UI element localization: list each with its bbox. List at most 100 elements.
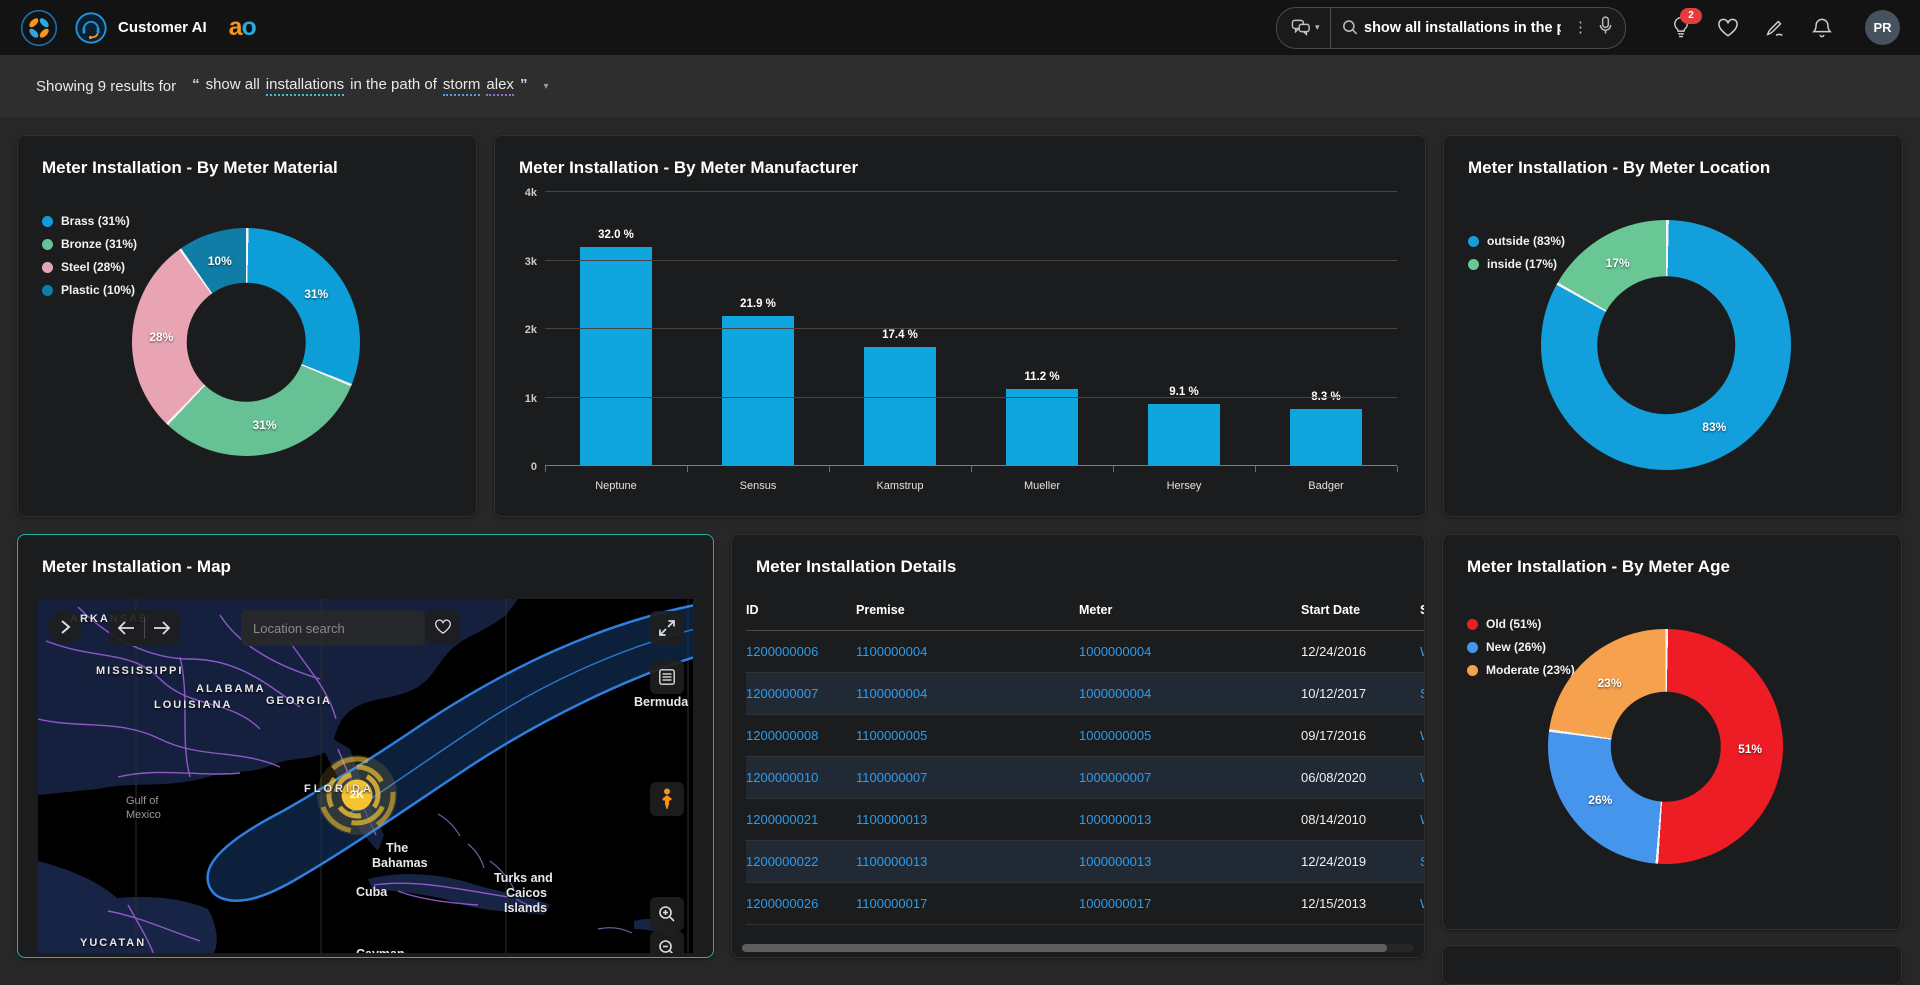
legend-item[interactable]: Bronze (31%): [42, 237, 137, 251]
table-cell-link[interactable]: 1200000007: [746, 686, 818, 701]
chat-bubbles-icon: [1291, 19, 1311, 37]
user-avatar[interactable]: PR: [1865, 10, 1900, 45]
table-cell-link[interactable]: 1100000013: [856, 812, 927, 827]
notification-badge: 2: [1680, 8, 1702, 24]
map-zoom-out-button[interactable]: [650, 931, 684, 953]
table-row[interactable]: 12000000211100000013100000001308/14/2010…: [746, 799, 1425, 841]
search-options-kebab-icon[interactable]: ⋮: [1567, 20, 1594, 35]
map-zoom-in-button[interactable]: [650, 897, 684, 931]
query-token-entity[interactable]: installations: [266, 76, 344, 96]
card-meter-age: Meter Installation - By Meter Age Old (5…: [1442, 534, 1902, 930]
support-agent-icon: [74, 11, 108, 45]
table-cell-link[interactable]: 1000000004: [1079, 686, 1151, 701]
table-cell-link[interactable]: W: [1420, 728, 1425, 743]
table-cell-link[interactable]: 1200000021: [746, 812, 818, 827]
table-row[interactable]: 12000000061100000004100000000412/24/2016…: [746, 631, 1425, 673]
bar[interactable]: [1290, 409, 1362, 466]
table-cell-link[interactable]: 1200000006: [746, 644, 818, 659]
query-expand-caret[interactable]: ▾: [543, 81, 548, 92]
cluster-marker-count[interactable]: 2K: [350, 789, 364, 801]
pinwheel-logo-icon: [20, 9, 58, 47]
brand[interactable]: Customer AI: [74, 11, 207, 45]
y-axis-tick-label: 1k: [525, 393, 537, 405]
table-cell-link[interactable]: 1100000004: [856, 686, 927, 701]
notifications-button[interactable]: [1809, 15, 1835, 41]
table-cell-link[interactable]: 1000000013: [1079, 812, 1151, 827]
table-cell-link[interactable]: 1200000026: [746, 896, 818, 911]
table-row[interactable]: 12000000081100000005100000000509/17/2016…: [746, 715, 1425, 757]
donut-chart-location[interactable]: 83%17%: [1541, 220, 1791, 470]
query-token-entity[interactable]: alex: [486, 76, 514, 96]
map-label-gulf-of: Gulf of: [126, 795, 158, 807]
legend-item[interactable]: outside (83%): [1468, 234, 1565, 248]
map-fullscreen-button[interactable]: [650, 611, 684, 645]
bar-slots: 32.0 %21.9 %17.4 %11.2 %9.1 %8.3 %: [545, 192, 1397, 466]
table-cell-link[interactable]: W: [1420, 770, 1425, 785]
table-cell-link[interactable]: 1100000017: [856, 896, 927, 911]
bar[interactable]: [580, 247, 652, 466]
table-cell-link[interactable]: 1000000017: [1079, 896, 1151, 911]
table-cell-link[interactable]: 1200000010: [746, 770, 818, 785]
table-cell-link[interactable]: S: [1420, 854, 1425, 869]
annotate-button[interactable]: [1762, 15, 1788, 41]
table-cell-link[interactable]: 1100000004: [856, 644, 927, 659]
map-canvas[interactable]: ARKANSAS MISSISSIPPI LOUISIANA ALABAMA G…: [38, 599, 693, 953]
bar-chart-manufacturer: 01k2k3k4k 32.0 %21.9 %17.4 %11.2 %9.1 %8…: [507, 192, 1407, 492]
legend-item[interactable]: Plastic (10%): [42, 283, 137, 297]
legend-item[interactable]: Steel (28%): [42, 260, 137, 274]
bar[interactable]: [722, 316, 794, 466]
legend-swatch: [42, 285, 53, 296]
favorites-button[interactable]: [1715, 15, 1741, 41]
table-row[interactable]: 12000000101100000007100000000706/08/2020…: [746, 757, 1425, 799]
table-row[interactable]: 12000000071100000004100000000410/12/2017…: [746, 673, 1425, 715]
table-cell-link[interactable]: 1200000022: [746, 854, 818, 869]
map-streetview-pegman-button[interactable]: [650, 782, 684, 816]
bar[interactable]: [1006, 389, 1078, 466]
legend-label: Brass (31%): [61, 214, 130, 228]
legend-item[interactable]: Moderate (23%): [1467, 663, 1575, 677]
donut-hole: [187, 283, 306, 402]
map-forward-button[interactable]: [145, 610, 180, 646]
map-label-turks-and: Turks and: [494, 871, 553, 885]
donut-slice-label: 51%: [1738, 742, 1762, 756]
map-back-button[interactable]: [109, 610, 144, 646]
table-cell-link[interactable]: 1000000007: [1079, 770, 1151, 785]
app-menu-button[interactable]: [20, 9, 58, 47]
table-cell-link[interactable]: W: [1420, 812, 1425, 827]
table-cell-link[interactable]: W: [1420, 896, 1425, 911]
legend-item[interactable]: Old (51%): [1467, 617, 1575, 631]
search-input[interactable]: [1358, 20, 1567, 36]
donut-chart-material[interactable]: 31%31%28%10%: [132, 228, 360, 456]
table-cell-link[interactable]: 1100000005: [856, 728, 927, 743]
table-cell-link[interactable]: 1100000007: [856, 770, 927, 785]
map-location-search-input[interactable]: [241, 610, 425, 646]
legend-item[interactable]: inside (17%): [1468, 257, 1565, 271]
ao-logo[interactable]: ao: [229, 13, 256, 42]
map-legend-button[interactable]: [650, 660, 684, 694]
bar[interactable]: [1148, 404, 1220, 466]
scrollbar-thumb[interactable]: [742, 944, 1387, 952]
voice-search-button[interactable]: [1594, 16, 1625, 40]
table-cell-link[interactable]: S: [1420, 686, 1425, 701]
table-row[interactable]: 12000000261100000017100000001712/15/2013…: [746, 883, 1425, 925]
legend-item[interactable]: Brass (31%): [42, 214, 137, 228]
bar-value-label: 17.4 %: [882, 329, 918, 341]
query-token-entity[interactable]: storm: [443, 76, 481, 96]
bar[interactable]: [864, 347, 936, 466]
search-mode-selector[interactable]: ▾: [1277, 8, 1330, 48]
table-row[interactable]: 12000000221100000013100000001312/24/2019…: [746, 841, 1425, 883]
insights-button[interactable]: 2: [1668, 15, 1694, 41]
table-cell-link[interactable]: 1000000004: [1079, 644, 1151, 659]
table-cell-link[interactable]: 1000000013: [1079, 854, 1151, 869]
query-quote[interactable]: “ show all installations in the path of …: [192, 76, 527, 96]
donut-chart-age[interactable]: 51%26%23%: [1548, 629, 1783, 864]
table-cell-link[interactable]: 1100000013: [856, 854, 927, 869]
y-axis-tick-label: 4k: [525, 187, 537, 199]
gridline: [545, 191, 1397, 192]
map-panel-expand-button[interactable]: [48, 610, 82, 644]
map-favorite-button[interactable]: [426, 610, 460, 644]
legend-item[interactable]: New (26%): [1467, 640, 1575, 654]
table-cell-link[interactable]: W: [1420, 644, 1425, 659]
table-cell-link[interactable]: 1000000005: [1079, 728, 1151, 743]
table-cell-link[interactable]: 1200000008: [746, 728, 818, 743]
